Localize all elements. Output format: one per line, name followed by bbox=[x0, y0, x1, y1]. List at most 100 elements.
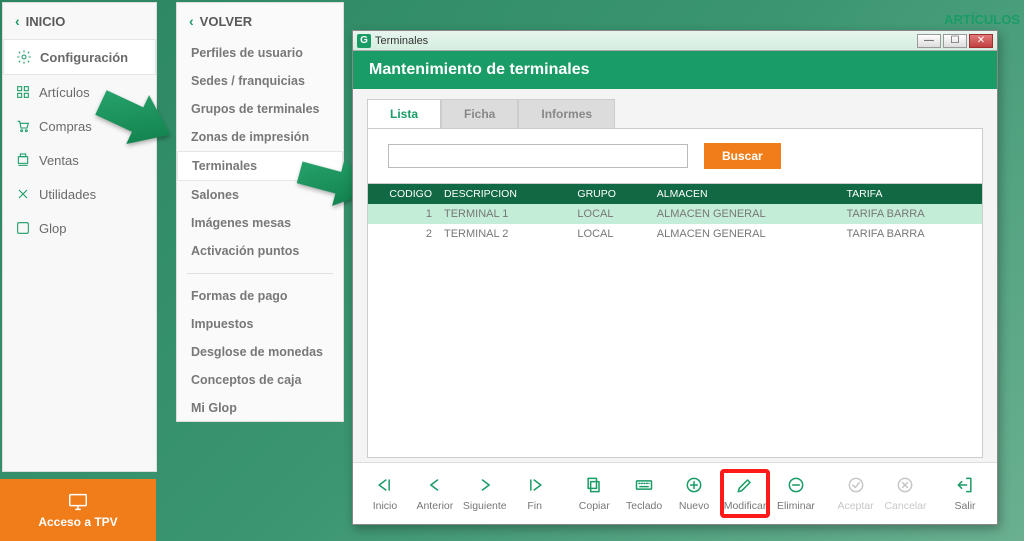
sidebar-item-utilidades[interactable]: Utilidades bbox=[3, 177, 156, 211]
eliminar-icon bbox=[786, 475, 806, 498]
g-icon bbox=[15, 220, 31, 236]
sub-item-sedes-franquicias[interactable]: Sedes / franquicias bbox=[177, 67, 343, 95]
sub-item-mi-glop[interactable]: Mi Glop bbox=[177, 394, 343, 422]
tab-ficha[interactable]: Ficha bbox=[441, 99, 518, 128]
siguiente-button[interactable]: Siguiente bbox=[461, 473, 509, 514]
cell-grupo: LOCAL bbox=[571, 204, 650, 224]
sub-item-conceptos-de-caja[interactable]: Conceptos de caja bbox=[177, 366, 343, 394]
app-icon: G bbox=[357, 34, 371, 48]
divider bbox=[187, 273, 333, 274]
tab-lista[interactable]: Lista bbox=[367, 99, 441, 128]
toolbar-label: Siguiente bbox=[463, 500, 507, 512]
toolbar-label: Aceptar bbox=[837, 500, 873, 512]
cell-desc: TERMINAL 1 bbox=[438, 204, 571, 224]
table-row[interactable]: 2TERMINAL 2LOCALALMACEN GENERALTARIFA BA… bbox=[368, 224, 982, 244]
salir-icon bbox=[955, 475, 975, 498]
register-icon bbox=[15, 152, 31, 168]
sidebar-inicio-header[interactable]: ‹ INICIO bbox=[3, 3, 156, 39]
col-tarifa: TARIFA bbox=[841, 184, 982, 204]
toolbar-label: Anterior bbox=[416, 500, 453, 512]
inicio-icon bbox=[375, 475, 395, 498]
aceptar-button: Aceptar bbox=[832, 473, 880, 514]
search-input[interactable] bbox=[388, 144, 688, 168]
chevron-left-icon: ‹ bbox=[189, 13, 194, 29]
sidebar-item-configuración[interactable]: Configuración bbox=[3, 39, 156, 75]
sub-item-salones[interactable]: Salones bbox=[177, 181, 343, 209]
window-titlebar[interactable]: G Terminales — ☐ ✕ bbox=[353, 31, 997, 51]
sub-item-im-genes-mesas[interactable]: Imágenes mesas bbox=[177, 209, 343, 237]
sidebar-item-label: Configuración bbox=[40, 50, 128, 65]
window-minimize-button[interactable]: — bbox=[917, 34, 941, 48]
teclado-button[interactable]: Teclado bbox=[620, 473, 668, 514]
sidebar-sub-header-label: VOLVER bbox=[200, 14, 253, 29]
window-close-button[interactable]: ✕ bbox=[969, 34, 993, 48]
dialog-header: Mantenimiento de terminales bbox=[353, 51, 997, 89]
cell-tarifa: TARIFA BARRA bbox=[841, 224, 982, 244]
col-codigo: CODIGO bbox=[368, 184, 438, 204]
sidebar-item-ventas[interactable]: Ventas bbox=[3, 143, 156, 177]
copiar-icon bbox=[584, 475, 604, 498]
sidebar-item-glop[interactable]: Glop bbox=[3, 211, 156, 245]
toolbar-label: Nuevo bbox=[679, 500, 709, 512]
toolbar-label: Teclado bbox=[626, 500, 662, 512]
search-button[interactable]: Buscar bbox=[704, 143, 781, 169]
sub-item-formas-de-pago[interactable]: Formas de pago bbox=[177, 282, 343, 310]
acceso-tpv-button[interactable]: Acceso a TPV bbox=[0, 479, 156, 541]
sidebar-item-artículos[interactable]: Artículos bbox=[3, 75, 156, 109]
toolbar-label: Cancelar bbox=[884, 500, 926, 512]
table: CODIGODESCRIPCIONGRUPOALMACENTARIFA 1TER… bbox=[367, 183, 983, 458]
cell-tarifa: TARIFA BARRA bbox=[841, 204, 982, 224]
cell-codigo: 1 bbox=[368, 204, 438, 224]
tabs: ListaFichaInformes bbox=[367, 99, 983, 128]
salir-button[interactable]: Salir bbox=[941, 473, 989, 514]
sub-item-desglose-de-monedas[interactable]: Desglose de monedas bbox=[177, 338, 343, 366]
sub-item-grupos-de-terminales[interactable]: Grupos de terminales bbox=[177, 95, 343, 123]
tab-informes[interactable]: Informes bbox=[518, 99, 615, 128]
anterior-button[interactable]: Anterior bbox=[411, 473, 459, 514]
inicio-button[interactable]: Inicio bbox=[361, 473, 409, 514]
toolbar-label: Modificar bbox=[724, 500, 767, 512]
sidebar-item-label: Glop bbox=[39, 221, 66, 236]
sub-item-zonas-de-impresi-n[interactable]: Zonas de impresión bbox=[177, 123, 343, 151]
toolbar-label: Copiar bbox=[579, 500, 610, 512]
sidebar-main: ‹ INICIO Configuración Artículos Compras Ve… bbox=[2, 2, 157, 472]
search-row: Buscar bbox=[367, 128, 983, 183]
top-right-label: ARTÍCULOS bbox=[944, 12, 1020, 27]
eliminar-button[interactable]: Eliminar bbox=[772, 473, 820, 514]
sidebar-item-label: Ventas bbox=[39, 153, 79, 168]
anterior-icon bbox=[425, 475, 445, 498]
nuevo-button[interactable]: Nuevo bbox=[670, 473, 718, 514]
sub-item-perfiles-de-usuario[interactable]: Perfiles de usuario bbox=[177, 39, 343, 67]
nuevo-icon bbox=[684, 475, 704, 498]
grid-icon bbox=[15, 84, 31, 100]
cell-codigo: 2 bbox=[368, 224, 438, 244]
window-title: Terminales bbox=[375, 35, 428, 47]
tools-icon bbox=[15, 186, 31, 202]
fin-button[interactable]: Fin bbox=[511, 473, 559, 514]
tpv-label: Acceso a TPV bbox=[38, 515, 117, 529]
cell-almacen: ALMACEN GENERAL bbox=[651, 204, 841, 224]
fin-icon bbox=[525, 475, 545, 498]
toolbar-label: Eliminar bbox=[777, 500, 815, 512]
sidebar-sub: ‹ VOLVER Perfiles de usuarioSedes / fran… bbox=[176, 2, 344, 422]
dialog-terminales: G Terminales — ☐ ✕ Mantenimiento de term… bbox=[352, 30, 998, 525]
chevron-left-icon: ‹ bbox=[15, 13, 20, 29]
sub-item-impuestos[interactable]: Impuestos bbox=[177, 310, 343, 338]
col-grupo: GRUPO bbox=[571, 184, 650, 204]
sub-item-terminales[interactable]: Terminales bbox=[177, 151, 343, 181]
sidebar-item-compras[interactable]: Compras bbox=[3, 109, 156, 143]
col-descripcion: DESCRIPCION bbox=[438, 184, 571, 204]
modificar-button[interactable]: Modificar bbox=[720, 469, 770, 518]
siguiente-icon bbox=[475, 475, 495, 498]
toolbar: Inicio Anterior Siguiente Fin Copiar Teclado N… bbox=[353, 462, 997, 524]
sidebar-item-label: Artículos bbox=[39, 85, 90, 100]
sidebar-volver-header[interactable]: ‹ VOLVER bbox=[177, 3, 343, 39]
sidebar-item-label: Utilidades bbox=[39, 187, 96, 202]
table-row[interactable]: 1TERMINAL 1LOCALALMACEN GENERALTARIFA BA… bbox=[368, 204, 982, 224]
sidebar-item-label: Compras bbox=[39, 119, 92, 134]
window-maximize-button[interactable]: ☐ bbox=[943, 34, 967, 48]
sub-item-activaci-n-puntos[interactable]: Activación puntos bbox=[177, 237, 343, 265]
copiar-button[interactable]: Copiar bbox=[570, 473, 618, 514]
modificar-icon bbox=[735, 475, 755, 498]
monitor-icon bbox=[65, 491, 91, 513]
